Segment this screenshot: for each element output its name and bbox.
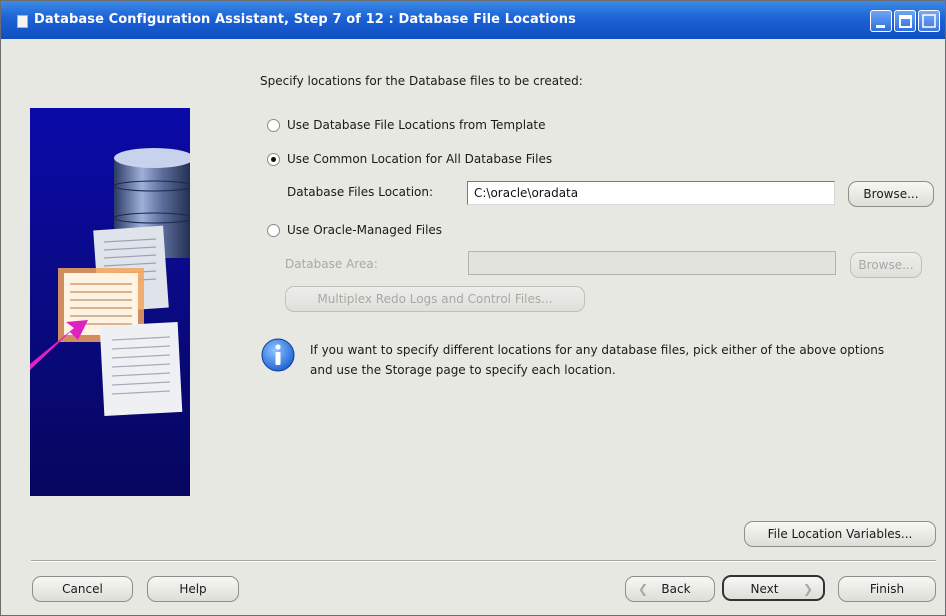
footer-separator xyxy=(31,560,936,562)
database-files-illustration xyxy=(30,108,190,496)
database-files-location-input[interactable]: C:\oracle\oradata xyxy=(467,181,835,205)
browse-area-button[interactable]: Browse... xyxy=(850,252,922,278)
browse-location-button[interactable]: Browse... xyxy=(848,181,934,207)
template-locations-radio[interactable] xyxy=(267,119,280,132)
next-button-label: Next xyxy=(750,582,779,596)
instruction-text: Specify locations for the Database files… xyxy=(260,74,583,88)
file-location-variables-button[interactable]: File Location Variables... xyxy=(744,521,936,547)
chevron-right-icon: ❯ xyxy=(802,582,813,596)
finish-button[interactable]: Finish xyxy=(838,576,936,602)
minimize-icon xyxy=(876,25,885,28)
minimize-button[interactable] xyxy=(870,10,892,32)
maximize-icon xyxy=(899,15,912,28)
oracle-managed-files-label[interactable]: Use Oracle-Managed Files xyxy=(287,223,442,237)
app-icon xyxy=(17,15,28,28)
chevron-left-icon: ❮ xyxy=(638,582,649,596)
database-area-label: Database Area: xyxy=(285,257,378,271)
info-icon xyxy=(261,338,295,372)
database-files-location-label: Database Files Location: xyxy=(287,185,434,199)
info-message: If you want to specify different locatio… xyxy=(310,343,885,377)
window-title: Database Configuration Assistant, Step 7… xyxy=(34,12,576,27)
multiplex-redo-logs-button[interactable]: Multiplex Redo Logs and Control Files... xyxy=(285,286,585,312)
dialog-window: Database Configuration Assistant, Step 7… xyxy=(0,0,946,616)
close-icon xyxy=(922,14,936,28)
title-bar[interactable]: Database Configuration Assistant, Step 7… xyxy=(1,1,945,41)
document-icon xyxy=(99,322,183,416)
maximize-button[interactable] xyxy=(894,10,916,32)
common-location-radio[interactable] xyxy=(267,153,280,166)
oracle-managed-files-radio[interactable] xyxy=(267,224,280,237)
back-button-label: Back xyxy=(661,582,691,596)
close-button[interactable] xyxy=(918,10,940,32)
template-locations-label[interactable]: Use Database File Locations from Templat… xyxy=(287,118,546,132)
database-area-input[interactable] xyxy=(468,251,836,275)
help-button[interactable]: Help xyxy=(147,576,239,602)
back-button[interactable]: ❮ Back xyxy=(625,576,715,602)
cancel-button[interactable]: Cancel xyxy=(32,576,133,602)
next-button[interactable]: Next ❯ xyxy=(722,575,825,601)
common-location-label[interactable]: Use Common Location for All Database Fil… xyxy=(287,152,552,166)
